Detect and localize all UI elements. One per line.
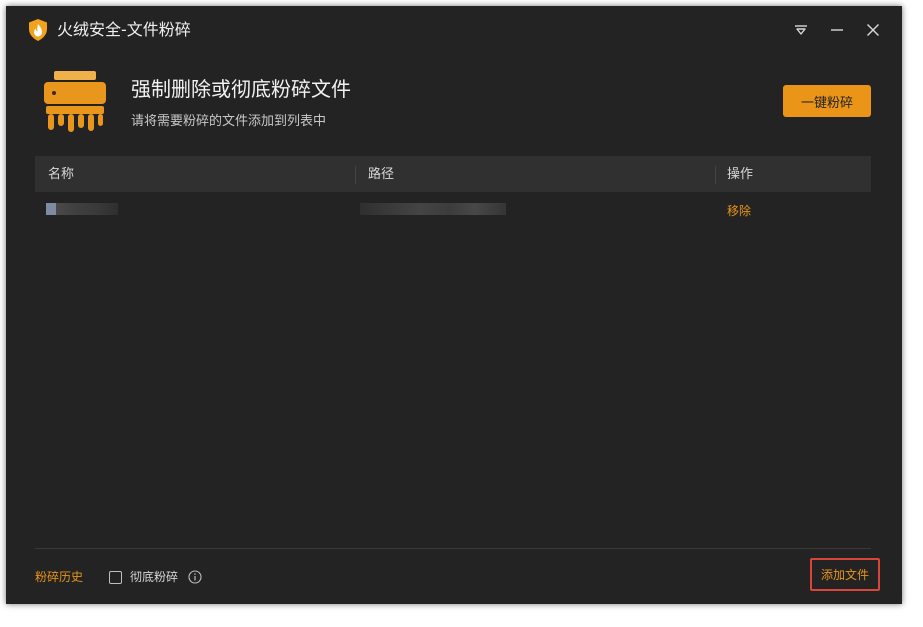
- minimize-icon: [831, 29, 843, 31]
- info-icon[interactable]: [188, 570, 202, 584]
- minimize-button[interactable]: [824, 18, 850, 42]
- page-subline: 请将需要粉碎的文件添加到列表中: [131, 114, 327, 129]
- column-header-action: 操作: [727, 167, 754, 182]
- remove-file-link[interactable]: 移除: [727, 203, 751, 219]
- shred-history-link[interactable]: 粉碎历史: [35, 569, 83, 585]
- close-button[interactable]: [860, 18, 886, 42]
- shred-all-button[interactable]: 一键粉碎: [783, 85, 871, 117]
- thorough-shred-checkbox[interactable]: [109, 571, 122, 584]
- file-shredder-icon: [44, 71, 106, 132]
- thorough-shred-label[interactable]: 彻底粉碎: [130, 569, 178, 585]
- page-headline: 强制删除或彻底粉碎文件: [131, 77, 351, 101]
- table-header: 名称 路径 操作: [35, 156, 871, 192]
- redacted-file-name: [46, 203, 118, 215]
- dropdown-menu-icon: [795, 25, 807, 35]
- table-row[interactable]: 移除: [35, 192, 871, 228]
- footer-divider: [35, 548, 871, 549]
- column-header-name[interactable]: 名称: [48, 156, 74, 192]
- redacted-file-path: [360, 203, 506, 215]
- file-name-cell: [35, 192, 355, 228]
- add-file-button[interactable]: 添加文件: [810, 558, 880, 591]
- window-title: 火绒安全-文件粉碎: [57, 20, 191, 39]
- close-icon: [867, 24, 879, 36]
- column-header-path[interactable]: 路径: [368, 156, 394, 192]
- file-path-cell: [356, 192, 716, 228]
- file-shredder-window: 火绒安全-文件粉碎 强制删除或彻底粉碎文件 请将需要粉碎的文件添加到列表中 一键…: [6, 6, 902, 604]
- huorong-shield-logo-icon: [29, 19, 47, 41]
- column-divider[interactable]: [715, 166, 716, 184]
- column-divider[interactable]: [355, 166, 356, 184]
- menu-button[interactable]: [788, 18, 814, 42]
- file-table: 名称 路径 操作 移除: [35, 156, 871, 228]
- title-bar: 火绒安全-文件粉碎: [6, 6, 902, 54]
